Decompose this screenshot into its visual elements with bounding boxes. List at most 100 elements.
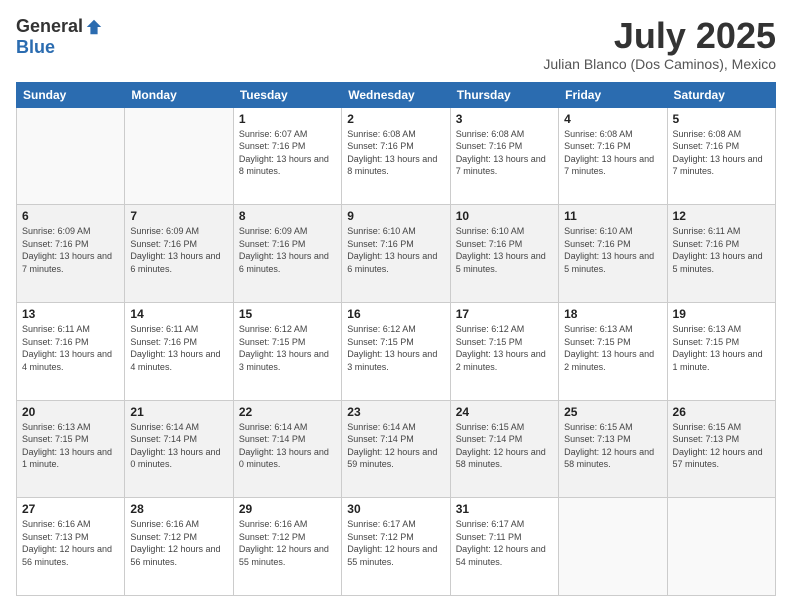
weekday-friday: Friday (559, 82, 667, 107)
weekday-saturday: Saturday (667, 82, 775, 107)
day-number: 20 (22, 405, 119, 419)
calendar-week-row: 13 Sunrise: 6:11 AM Sunset: 7:16 PM Dayli… (17, 302, 776, 400)
day-number: 15 (239, 307, 336, 321)
table-row (17, 107, 125, 205)
table-row: 1Sunrise: 6:07 AM Sunset: 7:16 PM Daylig… (233, 107, 341, 205)
day-info: Sunrise: 6:11 AM Sunset: 7:16 PM Dayligh… (673, 225, 770, 275)
day-info: Sunrise: 6:13 AM Sunset: 7:15 PM Dayligh… (673, 323, 770, 373)
calendar-week-row: 6 Sunrise: 6:09 AM Sunset: 7:16 PM Daylig… (17, 205, 776, 303)
day-info: Sunrise: 6:12 AM Sunset: 7:15 PM Dayligh… (347, 323, 444, 373)
weekday-tuesday: Tuesday (233, 82, 341, 107)
month-title: July 2025 (543, 16, 776, 56)
header: General Blue July 2025 Julian Blanco (Do… (16, 16, 776, 72)
day-info: Sunrise: 6:11 AM Sunset: 7:16 PM Dayligh… (130, 323, 227, 373)
day-info: Sunrise: 6:08 AM Sunset: 7:16 PM Dayligh… (347, 128, 444, 178)
day-info: Sunrise: 6:13 AM Sunset: 7:15 PM Dayligh… (564, 323, 661, 373)
table-row: 5 Sunrise: 6:08 AM Sunset: 7:16 PM Daylig… (667, 107, 775, 205)
table-row: 23 Sunrise: 6:14 AM Sunset: 7:14 PM Dayli… (342, 400, 450, 498)
day-info: Sunrise: 6:17 AM Sunset: 7:12 PM Dayligh… (347, 518, 444, 568)
day-info: Sunrise: 6:09 AM Sunset: 7:16 PM Dayligh… (239, 225, 336, 275)
table-row: 24 Sunrise: 6:15 AM Sunset: 7:14 PM Dayli… (450, 400, 558, 498)
day-info: Sunrise: 6:10 AM Sunset: 7:16 PM Dayligh… (347, 225, 444, 275)
calendar-header-row: Sunday Monday Tuesday Wednesday Thursday… (17, 82, 776, 107)
day-number: 6 (22, 209, 119, 223)
table-row: 14 Sunrise: 6:11 AM Sunset: 7:16 PM Dayli… (125, 302, 233, 400)
day-number: 19 (673, 307, 770, 321)
day-info: Sunrise: 6:15 AM Sunset: 7:13 PM Dayligh… (673, 421, 770, 471)
table-row: 28Sunrise: 6:16 AM Sunset: 7:12 PM Dayli… (125, 498, 233, 596)
day-number: 22 (239, 405, 336, 419)
table-row (125, 107, 233, 205)
day-number: 11 (564, 209, 661, 223)
table-row: 21 Sunrise: 6:14 AM Sunset: 7:14 PM Dayli… (125, 400, 233, 498)
table-row (667, 498, 775, 596)
day-number: 9 (347, 209, 444, 223)
day-info: Sunrise: 6:08 AM Sunset: 7:16 PM Dayligh… (456, 128, 553, 178)
day-info: Sunrise: 6:09 AM Sunset: 7:16 PM Dayligh… (130, 225, 227, 275)
day-number: 4 (564, 112, 661, 126)
weekday-wednesday: Wednesday (342, 82, 450, 107)
table-row: 19 Sunrise: 6:13 AM Sunset: 7:15 PM Dayli… (667, 302, 775, 400)
day-number: 12 (673, 209, 770, 223)
day-number: 25 (564, 405, 661, 419)
table-row: 4 Sunrise: 6:08 AM Sunset: 7:16 PM Daylig… (559, 107, 667, 205)
table-row (559, 498, 667, 596)
day-info: Sunrise: 6:16 AM Sunset: 7:12 PM Dayligh… (239, 518, 336, 568)
day-number: 3 (456, 112, 553, 126)
day-info: Sunrise: 6:08 AM Sunset: 7:16 PM Dayligh… (564, 128, 661, 178)
day-number: 18 (564, 307, 661, 321)
table-row: 17 Sunrise: 6:12 AM Sunset: 7:15 PM Dayli… (450, 302, 558, 400)
day-number: 28 (130, 502, 227, 516)
table-row: 11Sunrise: 6:10 AM Sunset: 7:16 PM Dayli… (559, 205, 667, 303)
calendar-week-row: 27Sunrise: 6:16 AM Sunset: 7:13 PM Dayli… (17, 498, 776, 596)
day-number: 17 (456, 307, 553, 321)
table-row: 8 Sunrise: 6:09 AM Sunset: 7:16 PM Daylig… (233, 205, 341, 303)
weekday-monday: Monday (125, 82, 233, 107)
calendar-week-row: 20 Sunrise: 6:13 AM Sunset: 7:15 PM Dayli… (17, 400, 776, 498)
table-row: 9 Sunrise: 6:10 AM Sunset: 7:16 PM Daylig… (342, 205, 450, 303)
day-number: 16 (347, 307, 444, 321)
logo: General Blue (16, 16, 103, 58)
day-number: 26 (673, 405, 770, 419)
day-info: Sunrise: 6:12 AM Sunset: 7:15 PM Dayligh… (456, 323, 553, 373)
table-row: 31Sunrise: 6:17 AM Sunset: 7:11 PM Dayli… (450, 498, 558, 596)
table-row: 22 Sunrise: 6:14 AM Sunset: 7:14 PM Dayli… (233, 400, 341, 498)
table-row: 13 Sunrise: 6:11 AM Sunset: 7:16 PM Dayli… (17, 302, 125, 400)
day-info: Sunrise: 6:13 AM Sunset: 7:15 PM Dayligh… (22, 421, 119, 471)
logo-blue: Blue (16, 37, 55, 57)
day-info: Sunrise: 6:14 AM Sunset: 7:14 PM Dayligh… (347, 421, 444, 471)
table-row: 27Sunrise: 6:16 AM Sunset: 7:13 PM Dayli… (17, 498, 125, 596)
day-info: Sunrise: 6:11 AM Sunset: 7:16 PM Dayligh… (22, 323, 119, 373)
day-info: Sunrise: 6:14 AM Sunset: 7:14 PM Dayligh… (239, 421, 336, 471)
day-number: 21 (130, 405, 227, 419)
table-row: 10Sunrise: 6:10 AM Sunset: 7:16 PM Dayli… (450, 205, 558, 303)
table-row: 16 Sunrise: 6:12 AM Sunset: 7:15 PM Dayli… (342, 302, 450, 400)
day-number: 13 (22, 307, 119, 321)
weekday-sunday: Sunday (17, 82, 125, 107)
day-number: 24 (456, 405, 553, 419)
day-info: Sunrise: 6:15 AM Sunset: 7:13 PM Dayligh… (564, 421, 661, 471)
day-number: 5 (673, 112, 770, 126)
table-row: 25 Sunrise: 6:15 AM Sunset: 7:13 PM Dayli… (559, 400, 667, 498)
day-number: 23 (347, 405, 444, 419)
day-number: 2 (347, 112, 444, 126)
day-info: Sunrise: 6:09 AM Sunset: 7:16 PM Dayligh… (22, 225, 119, 275)
table-row: 15Sunrise: 6:12 AM Sunset: 7:15 PM Dayli… (233, 302, 341, 400)
day-info: Sunrise: 6:10 AM Sunset: 7:16 PM Dayligh… (456, 225, 553, 275)
day-number: 30 (347, 502, 444, 516)
day-number: 8 (239, 209, 336, 223)
day-info: Sunrise: 6:08 AM Sunset: 7:16 PM Dayligh… (673, 128, 770, 178)
day-number: 14 (130, 307, 227, 321)
weekday-thursday: Thursday (450, 82, 558, 107)
calendar-week-row: 1Sunrise: 6:07 AM Sunset: 7:16 PM Daylig… (17, 107, 776, 205)
table-row: 3 Sunrise: 6:08 AM Sunset: 7:16 PM Daylig… (450, 107, 558, 205)
table-row: 29Sunrise: 6:16 AM Sunset: 7:12 PM Dayli… (233, 498, 341, 596)
day-info: Sunrise: 6:15 AM Sunset: 7:14 PM Dayligh… (456, 421, 553, 471)
table-row: 12 Sunrise: 6:11 AM Sunset: 7:16 PM Dayli… (667, 205, 775, 303)
table-row: 20 Sunrise: 6:13 AM Sunset: 7:15 PM Dayli… (17, 400, 125, 498)
logo-icon (85, 18, 103, 36)
day-info: Sunrise: 6:14 AM Sunset: 7:14 PM Dayligh… (130, 421, 227, 471)
table-row: 26 Sunrise: 6:15 AM Sunset: 7:13 PM Dayli… (667, 400, 775, 498)
table-row: 7Sunrise: 6:09 AM Sunset: 7:16 PM Daylig… (125, 205, 233, 303)
day-info: Sunrise: 6:07 AM Sunset: 7:16 PM Dayligh… (239, 128, 336, 178)
